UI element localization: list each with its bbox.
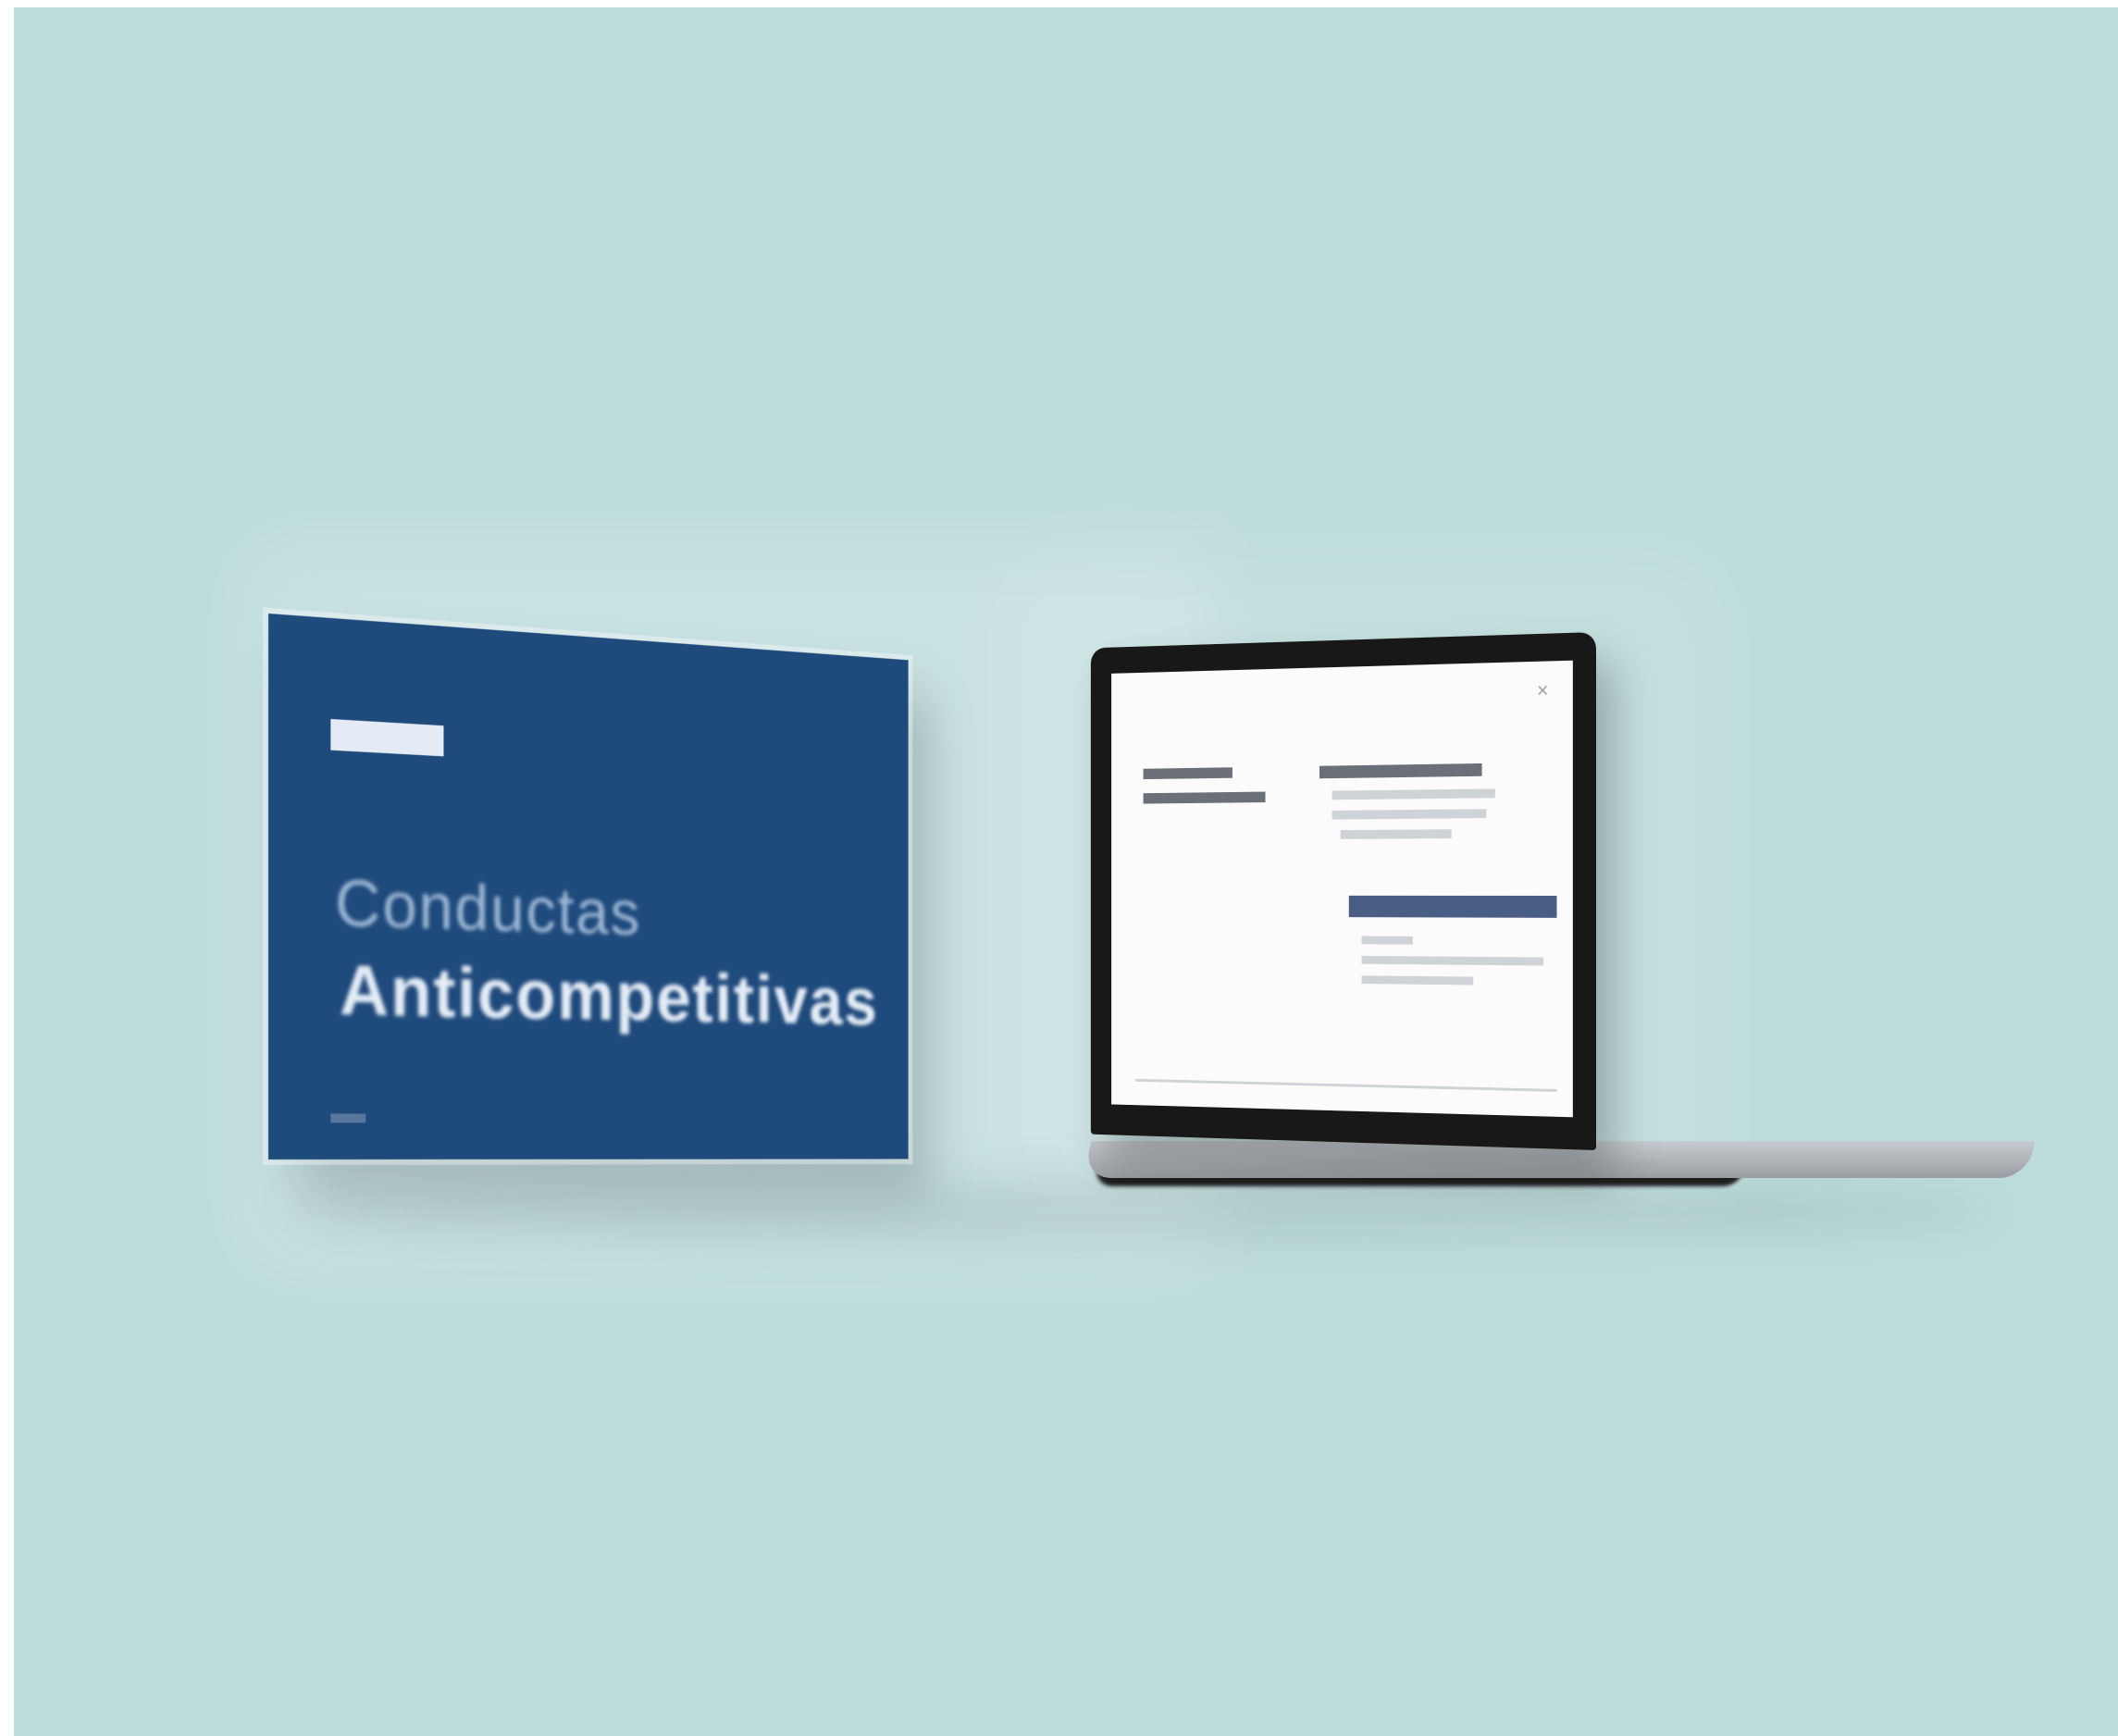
screen-heading-line-1 <box>1143 767 1232 780</box>
illustration-background: Conductas Anticompetitivas × <box>14 7 2118 1736</box>
presentation-card: Conductas Anticompetitivas <box>268 614 909 1159</box>
brand-label <box>330 719 443 756</box>
screen-text-line <box>1361 936 1413 945</box>
screen-footer-line <box>1134 1078 1557 1092</box>
screen-text-line <box>1361 975 1474 986</box>
presentation-title-line-1: Conductas <box>335 866 641 949</box>
presentation-title-line-2: Anticompetitivas <box>339 949 879 1040</box>
screen-heading-line-2 <box>1143 791 1266 804</box>
laptop: × <box>1090 632 1596 1150</box>
floor-shadow <box>291 1183 2003 1238</box>
screen-text-line <box>1331 809 1487 820</box>
screen-text-line <box>1361 955 1544 966</box>
screen-button <box>1348 895 1557 918</box>
screen-text-line <box>1340 829 1452 839</box>
screen-text-line <box>1331 788 1495 800</box>
screen-section-title <box>1319 763 1482 779</box>
laptop-screen: × <box>1111 660 1573 1118</box>
close-icon: × <box>1537 678 1549 702</box>
slide-footer-mark <box>330 1113 366 1123</box>
